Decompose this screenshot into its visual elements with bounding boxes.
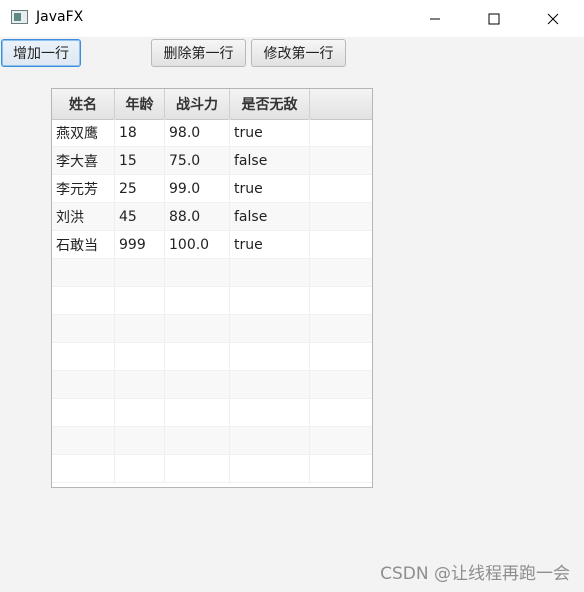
- empty-table-row[interactable]: [52, 259, 372, 287]
- table-header: 姓名 年龄 战斗力 是否无敌: [52, 89, 372, 120]
- maximize-button[interactable]: [471, 0, 517, 37]
- table-cell[interactable]: [230, 371, 310, 399]
- table-cell[interactable]: [52, 343, 115, 371]
- empty-table-row[interactable]: [52, 427, 372, 455]
- table-cell[interactable]: 15: [115, 147, 165, 175]
- column-header-filler: [310, 89, 372, 119]
- add-row-button[interactable]: 增加一行: [1, 39, 81, 67]
- table-cell[interactable]: [310, 287, 372, 315]
- maximize-icon: [488, 13, 500, 24]
- table-cell[interactable]: 18: [115, 119, 165, 147]
- table-cell[interactable]: [310, 427, 372, 455]
- empty-table-row[interactable]: [52, 399, 372, 427]
- table-cell[interactable]: [165, 371, 230, 399]
- table-cell[interactable]: 李元芳: [52, 175, 115, 203]
- table-cell[interactable]: [115, 315, 165, 343]
- table-cell[interactable]: [310, 399, 372, 427]
- table-cell[interactable]: true: [230, 119, 310, 147]
- table-cell[interactable]: [115, 343, 165, 371]
- table-cell[interactable]: [52, 427, 115, 455]
- table-cell[interactable]: 100.0: [165, 231, 230, 259]
- empty-table-row[interactable]: [52, 343, 372, 371]
- empty-table-row[interactable]: [52, 315, 372, 343]
- table-cell[interactable]: [310, 175, 372, 203]
- table-cell[interactable]: 燕双鹰: [52, 119, 115, 147]
- table-cell[interactable]: false: [230, 203, 310, 231]
- table-cell[interactable]: [52, 399, 115, 427]
- table-cell[interactable]: [230, 455, 310, 483]
- watermark: CSDN @让线程再跑一会: [380, 564, 570, 584]
- table-cell[interactable]: 99.0: [165, 175, 230, 203]
- table-cell[interactable]: [310, 371, 372, 399]
- delete-first-row-button[interactable]: 删除第一行: [151, 39, 246, 67]
- table-row[interactable]: 燕双鹰 18 98.0 true: [52, 119, 372, 147]
- table-cell[interactable]: [52, 455, 115, 483]
- table-cell[interactable]: 45: [115, 203, 165, 231]
- table-cell[interactable]: [165, 315, 230, 343]
- table-cell[interactable]: [115, 427, 165, 455]
- column-header-power[interactable]: 战斗力: [165, 89, 230, 119]
- table-cell[interactable]: [310, 203, 372, 231]
- table-cell[interactable]: [310, 147, 372, 175]
- table-row[interactable]: 石敢当 999 100.0 true: [52, 231, 372, 259]
- edit-first-row-button[interactable]: 修改第一行: [251, 39, 346, 67]
- table-cell[interactable]: [165, 343, 230, 371]
- table-cell[interactable]: [52, 371, 115, 399]
- table-cell[interactable]: [310, 315, 372, 343]
- table-cell[interactable]: [52, 287, 115, 315]
- table-cell[interactable]: [310, 259, 372, 287]
- table-cell[interactable]: [165, 455, 230, 483]
- table-cell[interactable]: [115, 399, 165, 427]
- table-cell[interactable]: [165, 259, 230, 287]
- minimize-button[interactable]: [412, 0, 458, 37]
- table-cell[interactable]: [230, 343, 310, 371]
- window-title: JavaFX: [36, 9, 84, 25]
- table-cell[interactable]: [52, 315, 115, 343]
- empty-table-row[interactable]: [52, 455, 372, 483]
- table-cell[interactable]: 石敢当: [52, 231, 115, 259]
- table-cell[interactable]: 75.0: [165, 147, 230, 175]
- column-header-invincible[interactable]: 是否无敌: [230, 89, 310, 119]
- table-cell[interactable]: [165, 427, 230, 455]
- table-cell[interactable]: true: [230, 231, 310, 259]
- table-row[interactable]: 李元芳 25 99.0 true: [52, 175, 372, 203]
- table-cell[interactable]: 999: [115, 231, 165, 259]
- table-cell[interactable]: [310, 231, 372, 259]
- table-cell[interactable]: 88.0: [165, 203, 230, 231]
- table-cell[interactable]: [165, 399, 230, 427]
- minimize-icon: [430, 18, 440, 19]
- table-cell[interactable]: [230, 399, 310, 427]
- empty-table-row[interactable]: [52, 287, 372, 315]
- table-cell[interactable]: [230, 259, 310, 287]
- table-cell[interactable]: 刘洪: [52, 203, 115, 231]
- close-icon: [547, 13, 559, 24]
- table-cell[interactable]: [115, 371, 165, 399]
- table-cell[interactable]: 李大喜: [52, 147, 115, 175]
- table-cell[interactable]: [230, 427, 310, 455]
- table-cell[interactable]: [52, 259, 115, 287]
- person-table[interactable]: 姓名 年龄 战斗力 是否无敌 燕双鹰 18 98.0 true 李大喜 15 75.0 fal…: [51, 88, 373, 488]
- table-cell[interactable]: [115, 455, 165, 483]
- table-cell[interactable]: [115, 259, 165, 287]
- close-button[interactable]: [530, 0, 576, 37]
- table-cell[interactable]: [310, 455, 372, 483]
- table-cell[interactable]: [165, 287, 230, 315]
- table-cell[interactable]: [310, 343, 372, 371]
- table-cell[interactable]: [115, 287, 165, 315]
- table-cell[interactable]: false: [230, 147, 310, 175]
- table-cell[interactable]: [310, 119, 372, 147]
- column-header-age[interactable]: 年龄: [115, 89, 165, 119]
- app-icon: [11, 10, 28, 24]
- title-bar: JavaFX: [0, 0, 584, 37]
- table-cell[interactable]: 98.0: [165, 119, 230, 147]
- table-cell[interactable]: [230, 287, 310, 315]
- column-header-name[interactable]: 姓名: [52, 89, 115, 119]
- table-cell[interactable]: 25: [115, 175, 165, 203]
- table-cell[interactable]: [230, 315, 310, 343]
- table-row[interactable]: 李大喜 15 75.0 false: [52, 147, 372, 175]
- table-cell[interactable]: true: [230, 175, 310, 203]
- table-row[interactable]: 刘洪 45 88.0 false: [52, 203, 372, 231]
- empty-table-row[interactable]: [52, 371, 372, 399]
